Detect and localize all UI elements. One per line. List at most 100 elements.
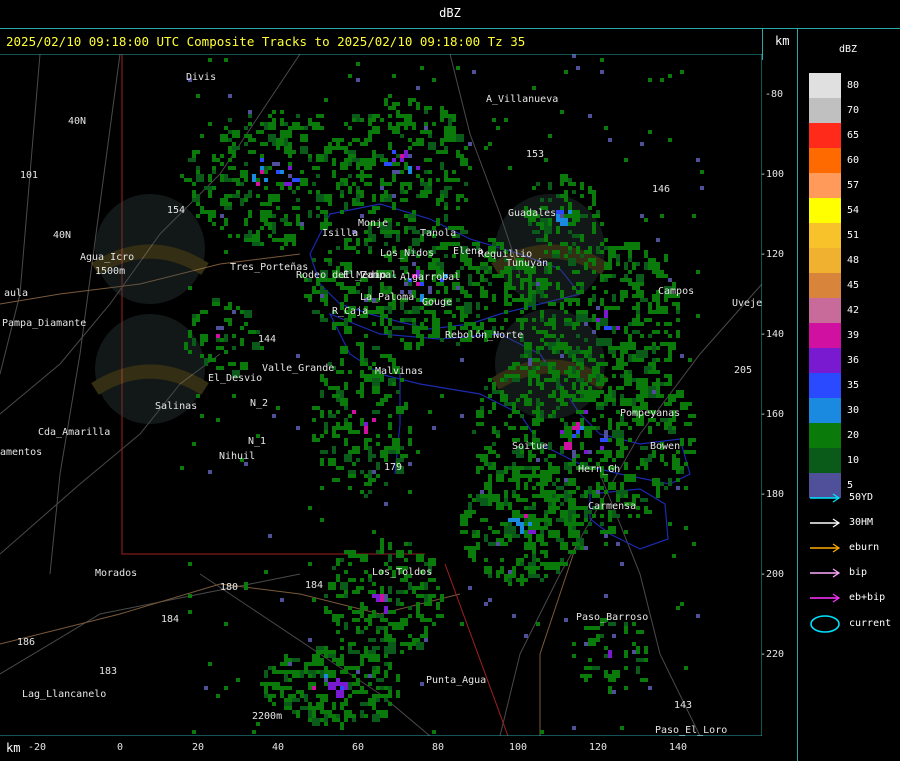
radar-echo-cell (676, 478, 680, 482)
radar-echo-cell (224, 174, 228, 182)
radar-echo-cell (568, 506, 572, 510)
radar-echo-cell (440, 198, 444, 202)
radar-echo-cell (288, 126, 296, 130)
radar-echo-cell (684, 462, 688, 466)
radar-echo-cell (588, 298, 592, 302)
radar-echo-cell (360, 370, 364, 378)
radar-echo-cell (404, 558, 408, 562)
radar-echo-cell (380, 694, 384, 698)
radar-echo-cell (640, 142, 644, 146)
radar-echo-cell (308, 506, 312, 510)
radar-echo-cell (576, 506, 580, 510)
radar-echo-cell (592, 514, 596, 518)
radar-echo-cell (644, 650, 648, 654)
radar-echo-cell (572, 726, 576, 730)
radar-echo-cell (396, 674, 400, 678)
radar-echo-cell (428, 578, 436, 582)
radar-echo-cell (556, 506, 560, 510)
radar-echo-cell (188, 330, 192, 338)
radar-echo-cell (336, 410, 340, 414)
radar-echo-cell (508, 578, 512, 582)
radar-echo-cell (296, 114, 300, 118)
radar-echo-cell (324, 694, 328, 702)
radar-echo-cell (332, 614, 336, 622)
radar-echo-cell (360, 382, 364, 386)
radar-echo-cell (292, 670, 296, 674)
radar-echo-cell (284, 138, 288, 146)
radar-echo-cell (684, 450, 688, 454)
radar-echo-cell (264, 122, 268, 130)
radar-echo-cell (228, 146, 232, 154)
radar-echo-cell (412, 262, 416, 266)
radar-echo-cell (360, 558, 368, 562)
radar-echo-cell (276, 182, 284, 186)
radar-echo-cell (528, 298, 532, 302)
radar-map[interactable] (0, 54, 762, 736)
radar-echo-cell (484, 278, 488, 282)
radar-echo-cell (232, 346, 236, 350)
radar-echo-cell (300, 126, 304, 130)
radar-echo-cell (356, 670, 360, 674)
radar-echo-cell (492, 274, 496, 278)
radar-echo-cell (628, 354, 632, 362)
radar-echo-cell (500, 398, 508, 402)
radar-echo-cell (436, 290, 440, 294)
radar-echo-cell (348, 562, 352, 566)
radar-echo-cell (340, 162, 348, 170)
radar-echo-cell (524, 578, 528, 582)
radar-echo-cell (568, 182, 576, 186)
radar-echo-cell (548, 218, 552, 226)
radar-echo-cell (572, 398, 576, 402)
radar-echo-cell (408, 214, 416, 218)
radar-echo-cell (504, 574, 508, 578)
radar-echo-cell (356, 458, 360, 462)
place-label: Carmensa (588, 501, 637, 512)
radar-echo-cell (336, 282, 344, 286)
radar-echo-cell (572, 654, 576, 658)
radar-echo-cell (232, 310, 236, 314)
legend-level-label: 10 (847, 455, 860, 466)
radar-echo-cell (584, 678, 588, 682)
radar-echo-cell (608, 526, 616, 534)
radar-echo-cell (356, 282, 360, 286)
radar-echo-cell (472, 554, 476, 562)
radar-echo-cell (640, 334, 644, 338)
radar-echo-cell (528, 282, 532, 290)
radar-echo-cell (192, 198, 196, 202)
radar-echo-cell (628, 438, 632, 442)
place-label: aula (4, 288, 29, 299)
radar-echo-cell (612, 274, 616, 278)
radar-echo-cell (648, 78, 652, 82)
radar-echo-cell (560, 290, 564, 298)
radar-echo-cell (628, 250, 632, 258)
radar-echo-cell (528, 290, 532, 298)
radar-echo-cell (284, 698, 288, 702)
radar-echo-cell (384, 634, 392, 642)
radar-echo-cell (380, 178, 384, 182)
radar-echo-cell (652, 330, 660, 334)
radar-echo-cell (604, 430, 608, 438)
radar-echo-cell (252, 238, 260, 242)
radar-echo-cell (380, 318, 384, 326)
radar-echo-cell (676, 470, 680, 474)
legend-level-label: 45 (847, 280, 860, 291)
radar-echo-cell (672, 426, 676, 430)
radar-echo-cell (416, 594, 424, 598)
radar-echo-cell (696, 270, 700, 274)
radar-echo-cell (648, 302, 652, 310)
radar-echo-cell (336, 142, 340, 146)
radar-echo-cell (320, 314, 324, 318)
radar-echo-cell (468, 166, 472, 170)
place-label: Salinas (155, 401, 198, 412)
radar-echo-cell (196, 202, 200, 206)
radar-echo-cell (552, 374, 556, 378)
radar-echo-cell (496, 538, 500, 542)
radar-echo-cell (272, 682, 280, 686)
radar-echo-cell (576, 362, 584, 366)
radar-echo-cell (372, 694, 376, 702)
radar-echo-cell (428, 310, 432, 314)
radar-echo-cell (556, 478, 560, 482)
radar-echo-cell (284, 674, 288, 682)
radar-echo-cell (448, 118, 452, 126)
place-label: 184 (161, 614, 180, 625)
